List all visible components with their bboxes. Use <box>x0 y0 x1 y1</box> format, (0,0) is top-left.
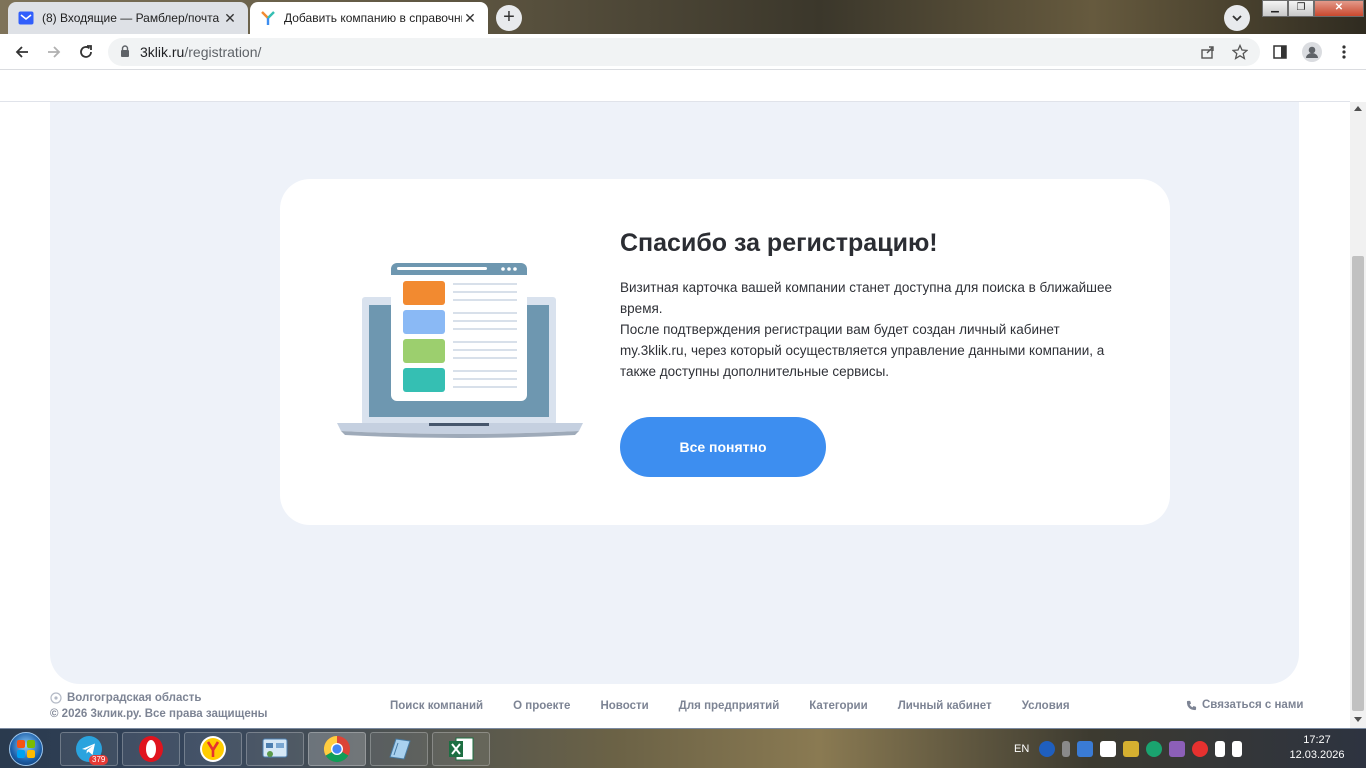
copyright-text: © 2026 3клик.ру. Все права защищены <box>50 708 268 720</box>
taskbar-opera[interactable] <box>122 732 180 766</box>
star-icon <box>1232 44 1248 60</box>
notepad-icon <box>389 738 411 760</box>
browser-toolbar: 3klik.ru/registration/ <box>0 34 1366 70</box>
profile-button[interactable] <box>1300 40 1324 64</box>
footer-region: Волгоградская область <box>50 692 201 704</box>
scroll-down-arrow-icon[interactable] <box>1354 717 1362 722</box>
tab-search-button[interactable] <box>1224 5 1250 31</box>
control-panel-icon <box>262 738 288 758</box>
yandex-icon[interactable] <box>1192 741 1209 757</box>
windows-logo-icon <box>9 732 43 766</box>
window-controls: ▁ ❐ ✕ <box>1262 0 1366 18</box>
notification-icon[interactable] <box>1077 741 1094 757</box>
restore-button[interactable]: ❐ <box>1288 0 1314 17</box>
url-path: /registration/ <box>184 44 262 60</box>
bookmark-button[interactable] <box>1228 40 1252 64</box>
forward-button[interactable] <box>42 40 66 64</box>
taskbar-control-panel[interactable] <box>246 732 304 766</box>
chrome-icon <box>323 735 350 763</box>
taskbar-notepad[interactable] <box>370 732 428 766</box>
contact-label: Связаться с нами <box>1202 699 1304 711</box>
tab-rambler-mail[interactable]: (8) Входящие — Рамблер/почта ✕ <box>8 2 248 34</box>
footer-link-news[interactable]: Новости <box>600 700 648 712</box>
footer-link-about[interactable]: О проекте <box>513 700 570 712</box>
tab-title: (8) Входящие — Рамблер/почта <box>42 11 220 25</box>
telegram-badge: 379 <box>89 755 109 765</box>
excel-icon <box>449 737 474 761</box>
avatar-icon <box>1302 42 1322 62</box>
page-viewport: Спасибо за регистрацию! Визитная карточк… <box>0 71 1350 728</box>
close-tab-icon[interactable]: ✕ <box>462 10 478 26</box>
signal-bars-icon[interactable] <box>1123 741 1140 757</box>
arrow-left-icon <box>15 46 28 58</box>
new-tab-button[interactable]: + <box>496 5 522 31</box>
footer-link-terms[interactable]: Условия <box>1022 700 1070 712</box>
windows-taskbar: 379 EN 17:27 12.03.2026 <box>0 728 1366 768</box>
phone-icon <box>1186 700 1197 710</box>
clock-time: 17:27 <box>1303 734 1331 746</box>
scroll-up-arrow-icon[interactable] <box>1354 106 1362 111</box>
taskbar-excel[interactable] <box>432 732 490 766</box>
back-button[interactable] <box>10 40 34 64</box>
share-icon <box>1201 46 1214 59</box>
taskbar-chrome[interactable] <box>308 732 366 766</box>
mail-icon <box>18 10 34 26</box>
contact-link[interactable]: Связаться с нами <box>1186 699 1303 711</box>
reload-button[interactable] <box>74 40 98 64</box>
taskbar-clock[interactable]: 17:27 12.03.2026 <box>1282 733 1352 763</box>
footer-link-categories[interactable]: Категории <box>809 700 867 712</box>
opera-icon <box>139 736 163 762</box>
scroll-thumb[interactable] <box>1352 256 1364 711</box>
close-window-button[interactable]: ✕ <box>1314 0 1364 17</box>
language-indicator[interactable]: EN <box>1014 743 1029 755</box>
vpn-icon[interactable] <box>1169 741 1186 757</box>
menu-button[interactable] <box>1332 40 1356 64</box>
volume-icon[interactable] <box>1232 741 1243 757</box>
edge-icon[interactable] <box>1146 741 1163 757</box>
availability-text: Визитная карточка вашей компании станет … <box>620 280 1113 316</box>
arrow-right-icon <box>48 46 61 58</box>
chevron-down-icon <box>1232 15 1242 22</box>
footer-link-business[interactable]: Для предприятий <box>679 700 780 712</box>
footer-nav: Поиск компаний О проекте Новости Для пре… <box>390 700 1100 712</box>
minimize-button[interactable]: ▁ <box>1262 0 1288 17</box>
tab-title: Добавить компанию в справочник <box>284 11 462 25</box>
3klik-logo-icon <box>260 10 276 26</box>
laptop-illustration <box>337 263 583 438</box>
url-domain: 3klik.ru <box>140 44 185 60</box>
share-button[interactable] <box>1196 40 1220 64</box>
address-bar[interactable]: 3klik.ru/registration/ <box>108 38 1260 66</box>
action-center-flag-icon[interactable] <box>1215 741 1226 757</box>
yandex-browser-icon <box>200 736 226 762</box>
kebab-menu-icon <box>1342 45 1346 59</box>
tab-3klik-registration[interactable]: Добавить компанию в справочник ✕ <box>250 2 488 34</box>
network-arrows-icon[interactable] <box>1062 741 1071 757</box>
page-title: Спасибо за регистрацию! <box>620 229 938 257</box>
footer-link-search[interactable]: Поиск компаний <box>390 700 483 712</box>
taskbar-telegram[interactable]: 379 <box>60 732 118 766</box>
reload-icon <box>80 45 92 58</box>
understood-button[interactable]: Все понятно <box>620 417 826 477</box>
footer-link-cabinet[interactable]: Личный кабинет <box>898 700 992 712</box>
content-panel: Спасибо за регистрацию! Визитная карточк… <box>50 102 1299 684</box>
close-tab-icon[interactable]: ✕ <box>222 10 238 26</box>
side-panel-button[interactable] <box>1268 40 1292 64</box>
clipboard-icon[interactable] <box>1100 741 1117 757</box>
lock-icon <box>120 44 130 60</box>
page-scrollbar[interactable] <box>1350 102 1366 728</box>
cabinet-info-text: После подтверждения регистрации вам буде… <box>620 322 1105 379</box>
system-tray: EN <box>1014 729 1249 768</box>
region-label: Волгоградская область <box>67 692 202 704</box>
taskbar-yandex-browser[interactable] <box>184 732 242 766</box>
card-description: Визитная карточка вашей компании станет … <box>620 277 1130 382</box>
registration-success-card: Спасибо за регистрацию! Визитная карточк… <box>280 179 1170 525</box>
browser-tab-bar: (8) Входящие — Рамблер/почта ✕ Добавить … <box>0 0 1366 34</box>
start-button[interactable] <box>4 731 48 767</box>
page-footer: Волгоградская область © 2026 3клик.ру. В… <box>0 684 1350 728</box>
side-panel-icon <box>1273 45 1287 59</box>
location-pin-icon <box>50 692 62 704</box>
clock-date: 12.03.2026 <box>1289 749 1345 761</box>
help-icon[interactable] <box>1039 741 1056 757</box>
